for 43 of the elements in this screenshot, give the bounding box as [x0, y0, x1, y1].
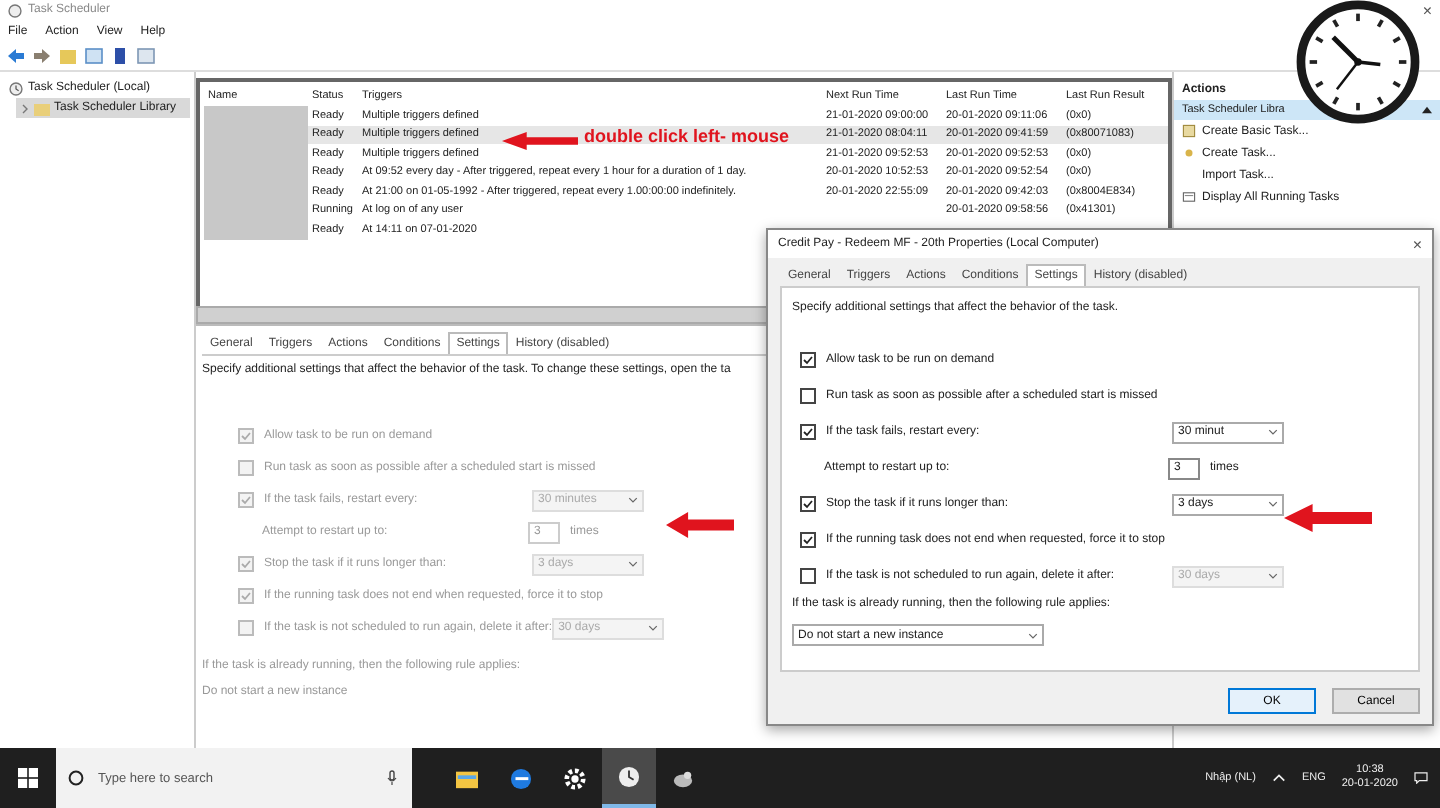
redacted-name: [204, 220, 308, 239]
checkbox[interactable]: [800, 568, 816, 584]
checkbox[interactable]: [800, 424, 816, 440]
gear-icon: [564, 767, 586, 789]
annotation-arrow: [1284, 504, 1372, 532]
task-icon: [1182, 146, 1196, 160]
expand-icon[interactable]: [20, 103, 30, 113]
annotation-arrow: [502, 132, 578, 150]
list-icon: [1182, 190, 1196, 204]
checkbox[interactable]: [800, 532, 816, 548]
checkbox[interactable]: [800, 496, 816, 512]
folder-icon: [34, 101, 50, 115]
clock-icon: [8, 3, 22, 17]
checkbox[interactable]: [800, 352, 816, 368]
taskbar-app[interactable]: [602, 748, 656, 808]
caret-icon: [1268, 428, 1278, 436]
forward-button[interactable]: [32, 46, 52, 66]
caret-up-icon[interactable]: [1271, 772, 1286, 784]
app-icon: [672, 767, 694, 789]
checkbox[interactable]: [800, 388, 816, 404]
help-button[interactable]: [110, 46, 130, 66]
microphone-icon[interactable]: [384, 770, 400, 786]
clock-icon: [618, 765, 640, 787]
windows-logo-icon: [18, 768, 38, 788]
clock-icon: [8, 81, 24, 95]
annotation-text: double click left- mouse: [584, 126, 790, 146]
collapse-icon[interactable]: [1422, 106, 1432, 114]
browser-icon: [510, 767, 532, 789]
annotation-arrow: [666, 512, 734, 538]
notification-icon[interactable]: [1414, 772, 1428, 784]
caret-icon: [1268, 572, 1278, 580]
search-icon: [68, 770, 84, 786]
wizard-icon: [1182, 124, 1196, 138]
caret-icon: [1028, 631, 1038, 639]
caret-icon: [628, 560, 638, 568]
caret-icon: [1268, 500, 1278, 508]
folder-icon: [456, 767, 478, 789]
close-button[interactable]: ×: [1412, 235, 1422, 253]
caret-icon: [648, 624, 659, 632]
close-button[interactable]: ×: [1422, 1, 1432, 19]
redacted-name: [204, 106, 308, 125]
caret-icon: [628, 496, 638, 504]
back-button[interactable]: [6, 46, 26, 66]
